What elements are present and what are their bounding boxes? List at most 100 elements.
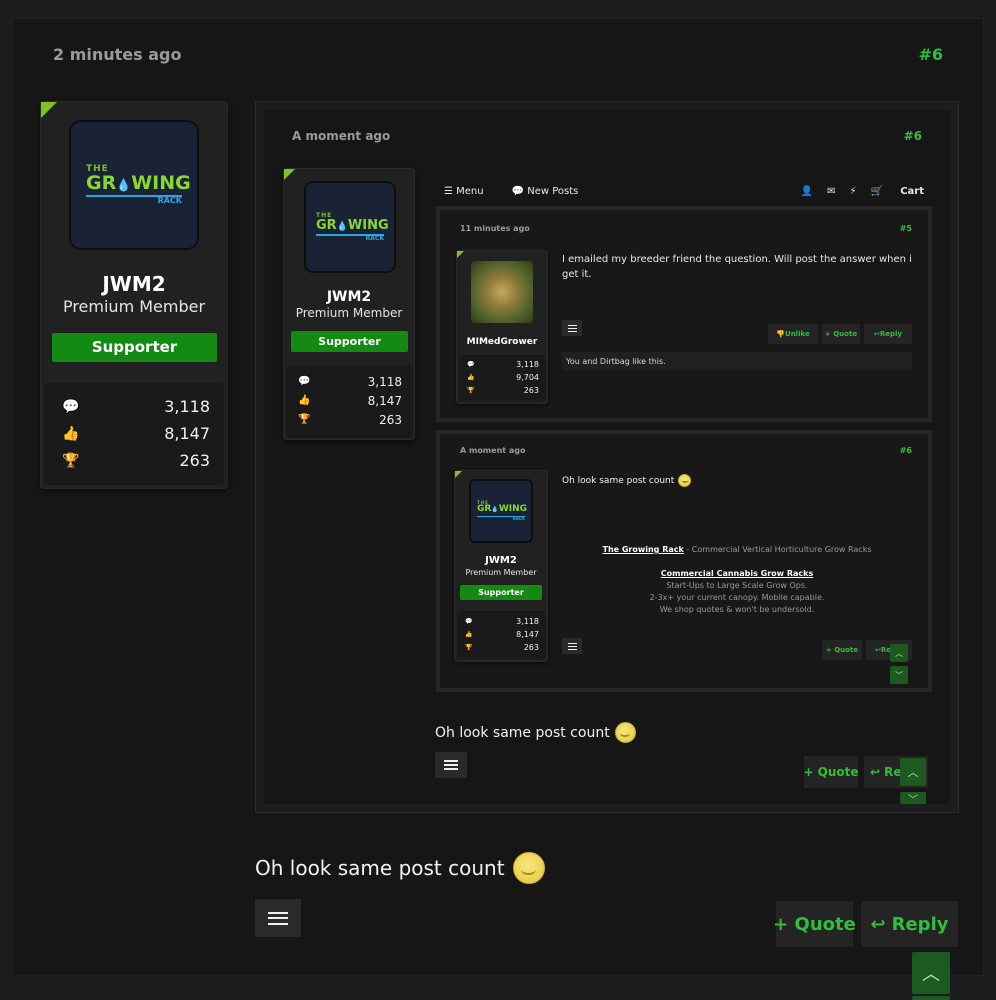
nav-menu: ☰ Menu [444,185,484,197]
new-indicator-corner [284,169,295,180]
logo-text-main: GR💧WING [86,174,191,193]
nested-username: JWM2 [485,555,517,566]
screenshot-username: JWM2 [326,289,372,305]
likes-count: 9,704 [516,373,539,382]
envelope-icon: ✉ [827,185,836,197]
logo-text-wing: WING [498,504,528,514]
trophy-count: 263 [523,386,539,395]
new-indicator-corner [455,471,462,478]
post-timestamp[interactable]: 2 minutes ago [53,45,181,64]
nested-unlike-button: 👎 Unlike [768,324,818,344]
screenshot-menu-button [435,752,467,778]
screenshot-post-timestamp: A moment ago [292,129,391,143]
user-icon: 👤 [800,185,814,197]
scroll-to-bottom-button[interactable] [912,996,950,1000]
trophy-icon: 🏆 [467,387,475,394]
droplet-icon: 💧 [116,178,132,192]
signature-line-3: Start-Ups to Large Scale Grow Ops. [666,581,808,590]
nested-quote-button: + Quote [822,640,862,660]
comments-icon: 💬 [62,398,80,415]
screenshot-post-text: Oh look same post count [435,722,636,743]
nested-post-6-text: Oh look same post count [562,474,692,487]
mimedgrower-avatar [471,261,533,323]
post-message-text: Oh look same post count [255,856,505,880]
post-number-link[interactable]: #6 [918,45,943,64]
logo-text-rack: RACK [512,516,525,521]
reply-label: Reply [879,330,902,338]
thumbs-up-icon: 👍 [465,631,473,638]
logo-text-gr: GR [477,504,492,514]
nested-quote-button: + Quote [822,324,860,344]
hamburger-menu-icon [567,324,577,332]
screenshot-post-number: #6 [903,129,922,143]
nested-post-6-number: #6 [899,446,912,455]
screenshot-user-stats: 💬 3,118 👍 8,147 🏆 263 [286,366,412,438]
likes-count: 8,147 [164,424,210,443]
lightning-icon: ⚡ [849,185,857,197]
quote-button[interactable]: + Quote [773,901,856,947]
message-count: 3,118 [516,360,539,369]
trophy-count: 263 [379,412,402,427]
trophy-icon: 🏆 [62,452,80,469]
screenshot-supporter-badge: Supporter [291,331,408,352]
nested-post-5-number: #5 [899,224,912,233]
nav-cart: 🛒 Cart [870,185,924,197]
message-count: 3,118 [367,374,402,389]
thumbs-up-icon: 👍 [467,374,475,381]
logo-text-wing: WING [347,217,389,233]
trophy-count: 263 [523,643,539,652]
scroll-to-top-button[interactable]: ︿ [912,952,950,994]
signature-link-growing-rack: The Growing Rack [602,545,684,554]
nested-username: MIMedGrower [466,337,538,347]
nav-cart-label: Cart [900,185,924,197]
hamburger-menu-icon [567,642,577,650]
nested-post-6-text-content: Oh look same post count [562,475,675,486]
nav-menu-label: Menu [456,185,484,197]
avatar[interactable]: THE GR💧WING RACK [69,120,199,250]
screenshot-scroll-up-button: ︿ [900,758,926,786]
logo-text-main: GR💧WING [477,504,528,514]
likes-count: 8,147 [367,393,402,408]
message-count: 3,118 [516,617,539,626]
signature-line-5: We shop quotes & won't be undersold. [659,605,815,614]
nested-user-card-jwm2: THE GR💧WING RACK JWM2 Premium Member Sup… [454,470,548,662]
screenshot-scroll-down-button: ﹀ [900,792,926,806]
nested-menu-button [562,638,582,654]
forum-post: 2 minutes ago #6 THE GR💧WING RACK JWM2 P… [12,18,984,976]
nested-scroll-up-button: ︿ [890,644,908,662]
nested-post-6-time: A moment ago [460,446,526,455]
comments-icon: 💬 [467,361,475,368]
post-message: Oh look same post count [255,852,545,884]
trophy-count: 263 [179,451,210,470]
logo-text-main: GR💧WING [316,219,389,232]
signature-line-4: 2-3x+ your current canopy. Mobile capabl… [649,593,825,602]
nested-reply-button: ↩ Reply [864,324,912,344]
screenshot-quote-button: + Quote [803,756,859,788]
message-count: 3,118 [164,397,210,416]
nested-post-5-time: 11 minutes ago [460,224,530,233]
nested-post-5: 11 minutes ago #5 MIMedGrower 💬 3,118 👍 9,… [436,206,932,422]
screenshot-user-title: Premium Member [295,306,403,320]
new-indicator-corner [457,251,464,258]
nav-new-posts: 💬 New Posts [511,185,579,197]
nested-post-6: A moment ago #6 THE GR💧WING RACK JWM2 Pr… [436,430,932,692]
thumbs-up-icon: 👍 [298,395,311,406]
screenshot-navbar: ☰ Menu 💬 New Posts 👤 ✉ ⚡ 🛒 Cart [444,180,924,202]
user-card: THE GR💧WING RACK JWM2 Premium Member Sup… [40,101,228,489]
trophy-icon: 🏆 [298,414,311,425]
username[interactable]: JWM2 [41,272,227,296]
smiley-icon [678,474,692,487]
user-stats: 💬 3,118 👍 8,147 🏆 263 [44,383,224,485]
signature-tail: - Commercial Vertical Horticulture Grow … [683,545,872,554]
droplet-icon: 💧 [336,221,348,232]
nested-likes-summary: You and Dirtbag like this. [562,352,912,370]
nested-menu-button [562,320,582,336]
post-menu-button[interactable] [255,899,301,937]
logo-text-rack: RACK [157,196,182,205]
thumbs-up-icon: 👍 [62,425,80,442]
logo-text-rack: RACK [365,234,384,242]
nested-scroll-down-button: ﹀ [890,666,908,684]
reply-button[interactable]: ↩ Reply [861,901,958,947]
nested-user-stats: 💬 3,118 👍 9,704 🏆 263 [459,355,545,401]
smiley-icon [512,852,545,884]
